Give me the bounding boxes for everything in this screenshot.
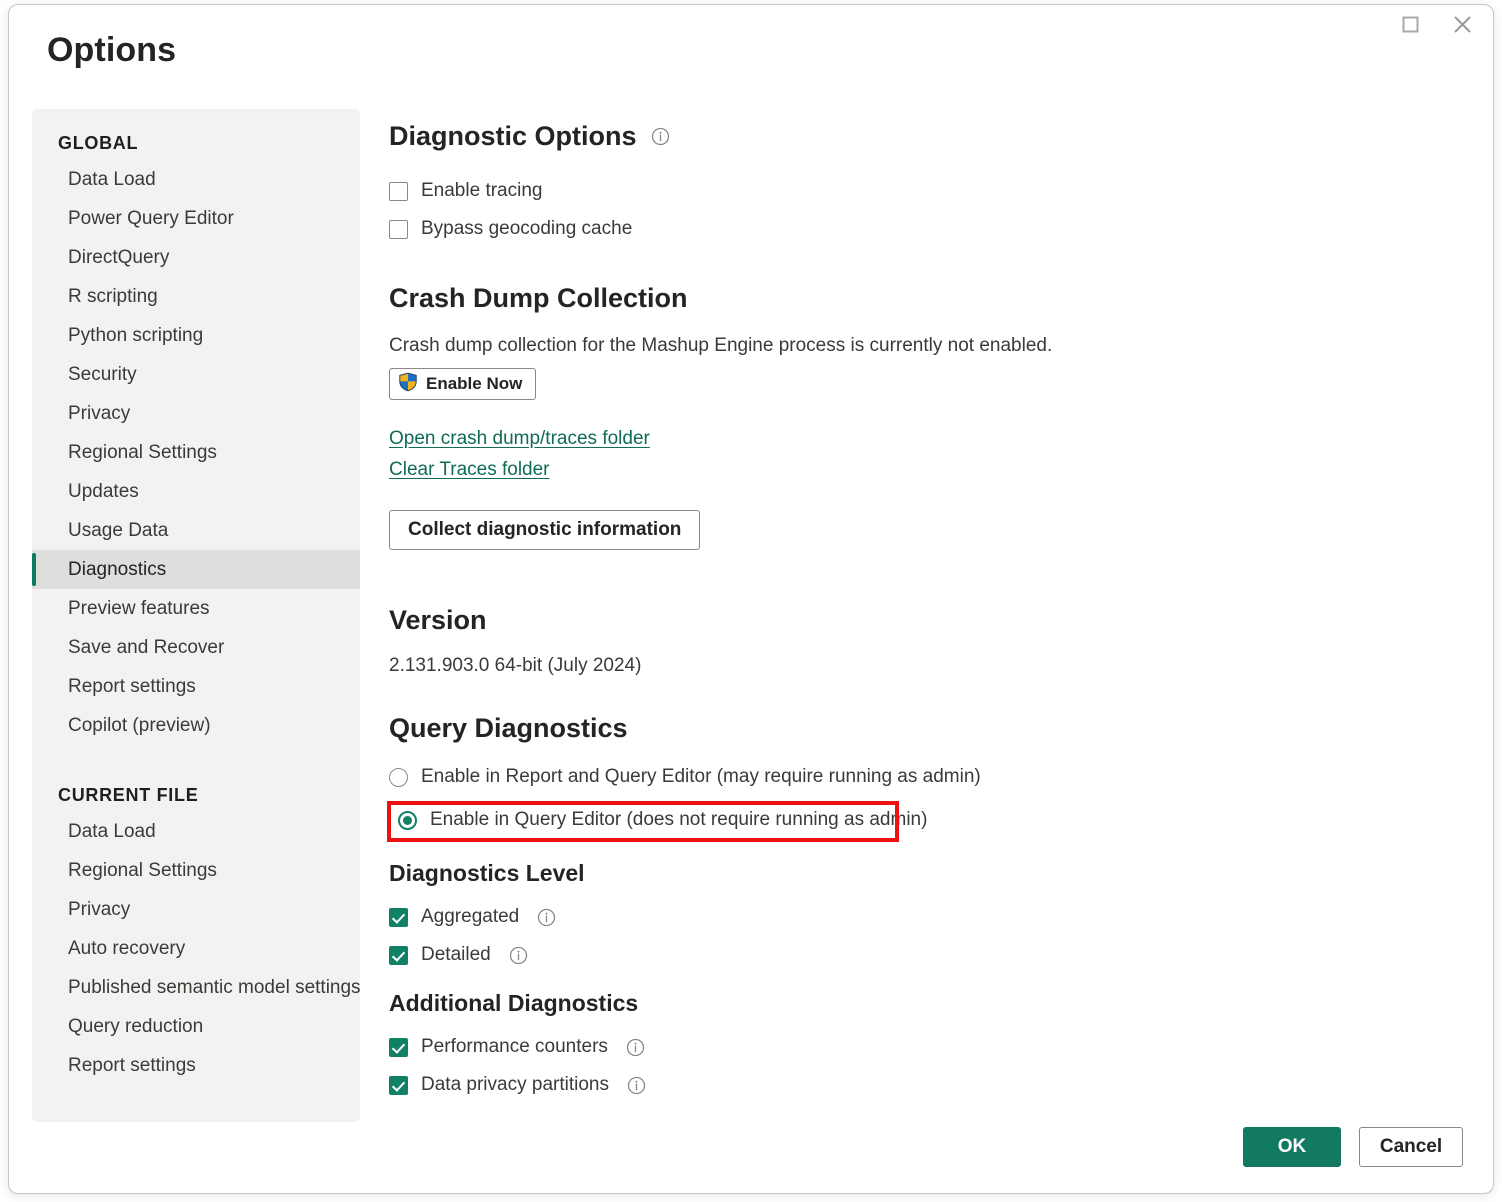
checkbox-label-enable-tracing: Enable tracing [421, 180, 543, 201]
info-icon[interactable] [626, 1038, 645, 1057]
section-heading-additional-diagnostics: Additional Diagnostics [389, 990, 639, 1016]
dialog-titlebar: Options [9, 5, 1493, 91]
checkbox-row-data-privacy-partitions[interactable]: Data privacy partitions [389, 1074, 1469, 1096]
enable-now-button[interactable]: Enable Now [389, 368, 537, 400]
page-title: Options [47, 31, 177, 69]
checkbox-row-bypass-geocoding-cache[interactable]: Bypass geocoding cache [389, 218, 1469, 240]
diagnostic-options-heading-text: Diagnostic Options [389, 121, 637, 151]
info-icon[interactable] [627, 1076, 646, 1095]
checkbox-row-aggregated[interactable]: Aggregated [389, 906, 1469, 928]
version-heading-text: Version [389, 605, 487, 635]
checkbox-label-data-privacy-partitions: Data privacy partitions [421, 1074, 609, 1095]
sidebar-item-report-settings[interactable]: Report settings [32, 667, 360, 706]
checkbox-enable-tracing[interactable] [389, 181, 408, 201]
sidebar-item-diagnostics[interactable]: Diagnostics [32, 550, 360, 589]
uac-shield-icon [398, 372, 418, 397]
checkbox-detailed[interactable] [389, 945, 408, 965]
sidebar-list-global: Data Load Power Query Editor DirectQuery… [32, 160, 360, 745]
sidebar-item-save-and-recover[interactable]: Save and Recover [32, 628, 360, 667]
sidebar-item-power-query-editor[interactable]: Power Query Editor [32, 199, 360, 238]
sidebar-item-r-scripting[interactable]: R scripting [32, 277, 360, 316]
collect-diagnostic-information-button[interactable]: Collect diagnostic information [389, 510, 701, 550]
options-dialog-screen: Options GLOBAL Data Load Power Query Edi… [0, 0, 1502, 1202]
checkbox-performance-counters[interactable] [389, 1037, 408, 1057]
close-button[interactable] [1439, 7, 1485, 41]
checkbox-label-bypass-geocoding-cache: Bypass geocoding cache [421, 218, 633, 239]
radio-row-enable-in-report-and-query-editor[interactable]: Enable in Report and Query Editor (may r… [389, 766, 1469, 788]
checkbox-row-performance-counters[interactable]: Performance counters [389, 1036, 1469, 1058]
sidebar-group-title-current-file: CURRENT FILE [58, 785, 199, 805]
settings-panel: Diagnostic Options Enable tracing Bypass… [387, 109, 1469, 1097]
info-icon[interactable] [651, 127, 670, 146]
checkbox-data-privacy-partitions[interactable] [389, 1075, 408, 1095]
sidebar-item-cf-regional-settings[interactable]: Regional Settings [32, 851, 360, 890]
sidebar-group-title-global: GLOBAL [58, 133, 139, 153]
sidebar-item-security[interactable]: Security [32, 355, 360, 394]
sidebar-item-updates[interactable]: Updates [32, 472, 360, 511]
section-heading-version: Version [389, 605, 1469, 636]
checkbox-label-detailed: Detailed [421, 944, 491, 965]
sidebar-item-cf-privacy[interactable]: Privacy [32, 890, 360, 929]
ok-button[interactable]: OK [1243, 1127, 1341, 1167]
checkbox-bypass-geocoding-cache[interactable] [389, 219, 408, 239]
sidebar-list-current-file: Data Load Regional Settings Privacy Auto… [32, 812, 360, 1085]
maximize-icon [1400, 14, 1421, 35]
checkbox-aggregated[interactable] [389, 907, 408, 927]
checkbox-row-enable-tracing[interactable]: Enable tracing [389, 180, 1469, 202]
radio-label-enable-in-report-and-query-editor: Enable in Report and Query Editor (may r… [421, 766, 981, 787]
enable-now-label: Enable Now [426, 374, 523, 393]
sidebar-item-preview-features[interactable]: Preview features [32, 589, 360, 628]
link-open-crash-dump-traces-folder[interactable]: Open crash dump/traces folder [389, 428, 650, 450]
section-heading-diagnostics-level: Diagnostics Level [389, 860, 585, 886]
sidebar-item-cf-data-load[interactable]: Data Load [32, 812, 360, 851]
sidebar-item-cf-report-settings[interactable]: Report settings [32, 1046, 360, 1085]
sidebar-item-privacy[interactable]: Privacy [32, 394, 360, 433]
radio-enable-in-report-and-query-editor[interactable] [389, 767, 408, 787]
radio-label-enable-in-query-editor: Enable in Query Editor (does not require… [430, 809, 928, 830]
sidebar-item-data-load[interactable]: Data Load [32, 160, 360, 199]
sidebar-item-cf-published-semantic-model-settings[interactable]: Published semantic model settings [32, 968, 360, 1007]
sidebar-item-copilot-preview[interactable]: Copilot (preview) [32, 706, 360, 745]
crash-dump-description: Crash dump collection for the Mashup Eng… [389, 335, 1053, 356]
section-heading-query-diagnostics: Query Diagnostics [389, 713, 1469, 744]
info-icon[interactable] [509, 946, 528, 965]
section-heading-diagnostic-options: Diagnostic Options [389, 121, 1469, 152]
window-controls [1387, 7, 1485, 41]
checkbox-label-performance-counters: Performance counters [421, 1036, 608, 1057]
version-value: 2.131.903.0 64-bit (July 2024) [389, 655, 642, 676]
section-heading-crash-dump-collection: Crash Dump Collection [389, 283, 1469, 314]
sidebar: GLOBAL Data Load Power Query Editor Dire… [32, 109, 360, 1122]
radio-enable-in-query-editor[interactable] [398, 810, 417, 830]
sidebar-item-directquery[interactable]: DirectQuery [32, 238, 360, 277]
cancel-button[interactable]: Cancel [1359, 1127, 1463, 1167]
sidebar-item-cf-auto-recovery[interactable]: Auto recovery [32, 929, 360, 968]
sidebar-item-regional-settings[interactable]: Regional Settings [32, 433, 360, 472]
dialog-footer: OK Cancel [1243, 1127, 1463, 1167]
checkbox-label-aggregated: Aggregated [421, 906, 520, 927]
options-dialog: Options GLOBAL Data Load Power Query Edi… [8, 4, 1494, 1194]
query-diagnostics-heading-text: Query Diagnostics [389, 713, 628, 743]
sidebar-item-python-scripting[interactable]: Python scripting [32, 316, 360, 355]
checkbox-row-detailed[interactable]: Detailed [389, 944, 1469, 966]
sidebar-item-usage-data[interactable]: Usage Data [32, 511, 360, 550]
radio-row-enable-in-query-editor[interactable]: Enable in Query Editor (does not require… [389, 804, 1469, 836]
link-clear-traces-folder[interactable]: Clear Traces folder [389, 459, 550, 481]
sidebar-item-cf-query-reduction[interactable]: Query reduction [32, 1007, 360, 1046]
maximize-button[interactable] [1387, 7, 1433, 41]
crash-dump-heading-text: Crash Dump Collection [389, 283, 688, 313]
close-icon [1451, 13, 1474, 36]
info-icon[interactable] [537, 908, 556, 927]
